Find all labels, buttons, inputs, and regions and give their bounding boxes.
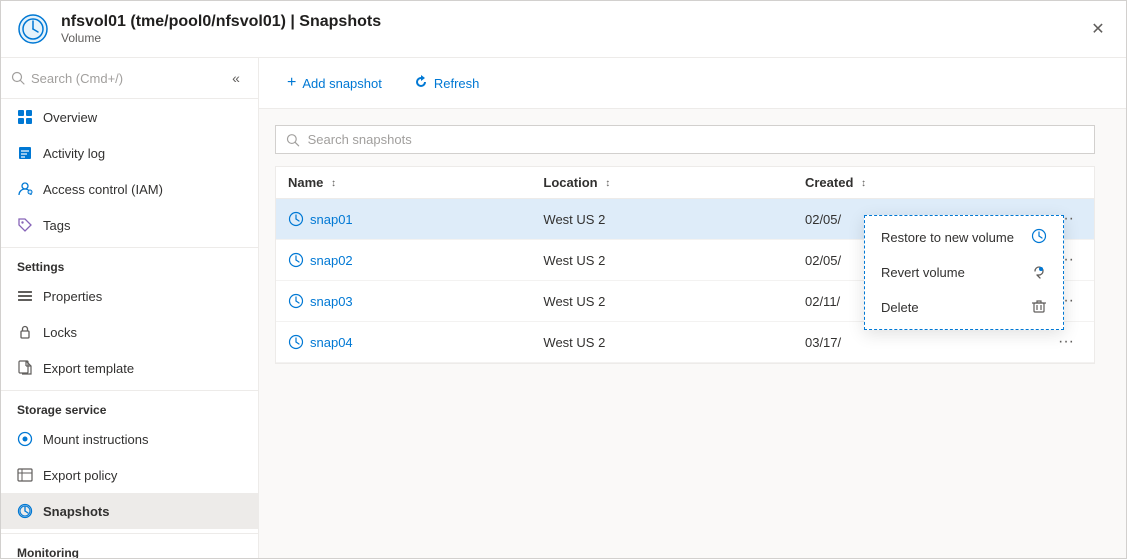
add-snapshot-label: Add snapshot — [302, 76, 382, 91]
sidebar-item-label: Tags — [43, 218, 70, 233]
add-icon: + — [287, 74, 296, 92]
created-sort-icon: ↕ — [861, 178, 866, 189]
refresh-label: Refresh — [434, 76, 480, 91]
sidebar-item-label: Export template — [43, 361, 134, 376]
sidebar-item-export-template[interactable]: Export template — [1, 350, 258, 386]
snapshot-row-icon — [288, 293, 304, 309]
row-name-cell: snap04 — [288, 334, 519, 350]
section-storage: Storage service — [1, 390, 258, 421]
revert-icon — [1031, 263, 1047, 282]
sidebar-item-label: Overview — [43, 110, 97, 125]
context-menu-restore[interactable]: Restore to new volume — [865, 220, 1063, 255]
row-location: West US 2 — [531, 322, 793, 363]
sidebar-item-activity-log[interactable]: Activity log — [1, 135, 258, 171]
row-ellipsis-button[interactable]: ··· — [1050, 330, 1082, 354]
title-text: nfsvol01 (tme/pool0/nfsvol01) | Snapshot… — [61, 13, 381, 45]
restore-label: Restore to new volume — [881, 230, 1019, 245]
section-monitoring: Monitoring — [1, 533, 258, 558]
row-location: West US 2 — [531, 199, 793, 240]
col-name[interactable]: Name ↕ — [276, 167, 531, 199]
locks-icon — [17, 324, 33, 340]
snapshots-search-input[interactable] — [308, 132, 1084, 147]
main-window: nfsvol01 (tme/pool0/nfsvol01) | Snapshot… — [0, 0, 1127, 559]
sidebar-item-properties[interactable]: Properties — [1, 278, 258, 314]
tags-icon — [17, 217, 33, 233]
sidebar-item-label: Activity log — [43, 146, 105, 161]
activity-log-icon — [17, 145, 33, 161]
export-template-icon — [17, 360, 33, 376]
restore-icon — [1031, 228, 1047, 247]
sidebar-item-locks[interactable]: Locks — [1, 314, 258, 350]
overview-icon — [17, 109, 33, 125]
content-area: + Add snapshot Refresh — [259, 58, 1126, 558]
row-location: West US 2 — [531, 240, 793, 281]
sidebar-item-label: Access control (IAM) — [43, 182, 163, 197]
row-location: West US 2 — [531, 281, 793, 322]
refresh-icon — [414, 75, 428, 92]
close-button[interactable]: ✕ — [1086, 17, 1110, 41]
row-name: snap04 — [310, 335, 353, 350]
snapshots-search-icon — [286, 133, 300, 147]
collapse-button[interactable]: « — [224, 66, 248, 90]
window-icon — [17, 13, 49, 45]
content-inner: Name ↕ Location ↕ Created ↕ — [259, 109, 1126, 558]
sidebar-item-label: Mount instructions — [43, 432, 149, 447]
mount-icon — [17, 431, 33, 447]
col-location[interactable]: Location ↕ — [531, 167, 793, 199]
sidebar-item-label: Properties — [43, 289, 102, 304]
sidebar-item-export-policy[interactable]: Export policy — [1, 457, 258, 493]
col-actions — [1038, 167, 1094, 199]
sidebar-item-mount-instructions[interactable]: Mount instructions — [1, 421, 258, 457]
main-body: « Overview — [1, 58, 1126, 558]
delete-icon — [1031, 298, 1047, 317]
snapshots-icon — [17, 503, 33, 519]
search-icon — [11, 71, 25, 85]
page-subtitle: Volume — [61, 31, 381, 45]
page-title: nfsvol01 (tme/pool0/nfsvol01) | Snapshot… — [61, 13, 381, 31]
row-name-cell: snap02 — [288, 252, 519, 268]
sidebar-item-label: Export policy — [43, 468, 117, 483]
sidebar-item-overview[interactable]: Overview — [1, 99, 258, 135]
iam-icon — [17, 181, 33, 197]
context-menu-delete[interactable]: Delete — [865, 290, 1063, 325]
refresh-button[interactable]: Refresh — [402, 69, 492, 98]
sidebar-item-snapshots[interactable]: Snapshots — [1, 493, 258, 529]
row-name-cell: snap03 — [288, 293, 519, 309]
snapshot-row-icon — [288, 334, 304, 350]
revert-label: Revert volume — [881, 265, 1019, 280]
sidebar-item-label: Snapshots — [43, 504, 109, 519]
title-bar: nfsvol01 (tme/pool0/nfsvol01) | Snapshot… — [1, 1, 1126, 58]
delete-label: Delete — [881, 300, 1019, 315]
sidebar-item-iam[interactable]: Access control (IAM) — [1, 171, 258, 207]
context-menu-revert[interactable]: Revert volume — [865, 255, 1063, 290]
sidebar-item-tags[interactable]: Tags — [1, 207, 258, 243]
sidebar-search-input[interactable] — [31, 71, 218, 86]
location-sort-icon: ↕ — [605, 178, 610, 189]
toolbar: + Add snapshot Refresh — [259, 58, 1126, 109]
section-settings: Settings — [1, 247, 258, 278]
row-name: snap02 — [310, 253, 353, 268]
snapshots-table: Name ↕ Location ↕ Created ↕ — [275, 166, 1095, 364]
context-menu: Restore to new volume Revert volume — [864, 215, 1064, 330]
row-name: snap01 — [310, 212, 353, 227]
properties-icon — [17, 288, 33, 304]
col-created[interactable]: Created ↕ — [793, 167, 1038, 199]
sidebar-search-container: « — [1, 58, 258, 99]
export-policy-icon — [17, 467, 33, 483]
name-sort-icon: ↕ — [331, 178, 336, 189]
row-name: snap03 — [310, 294, 353, 309]
row-name-cell: snap01 — [288, 211, 519, 227]
snapshot-row-icon — [288, 211, 304, 227]
add-snapshot-button[interactable]: + Add snapshot — [275, 68, 394, 98]
sidebar-item-label: Locks — [43, 325, 77, 340]
snapshot-row-icon — [288, 252, 304, 268]
snapshots-search-container — [275, 125, 1095, 154]
sidebar: « Overview — [1, 58, 259, 558]
